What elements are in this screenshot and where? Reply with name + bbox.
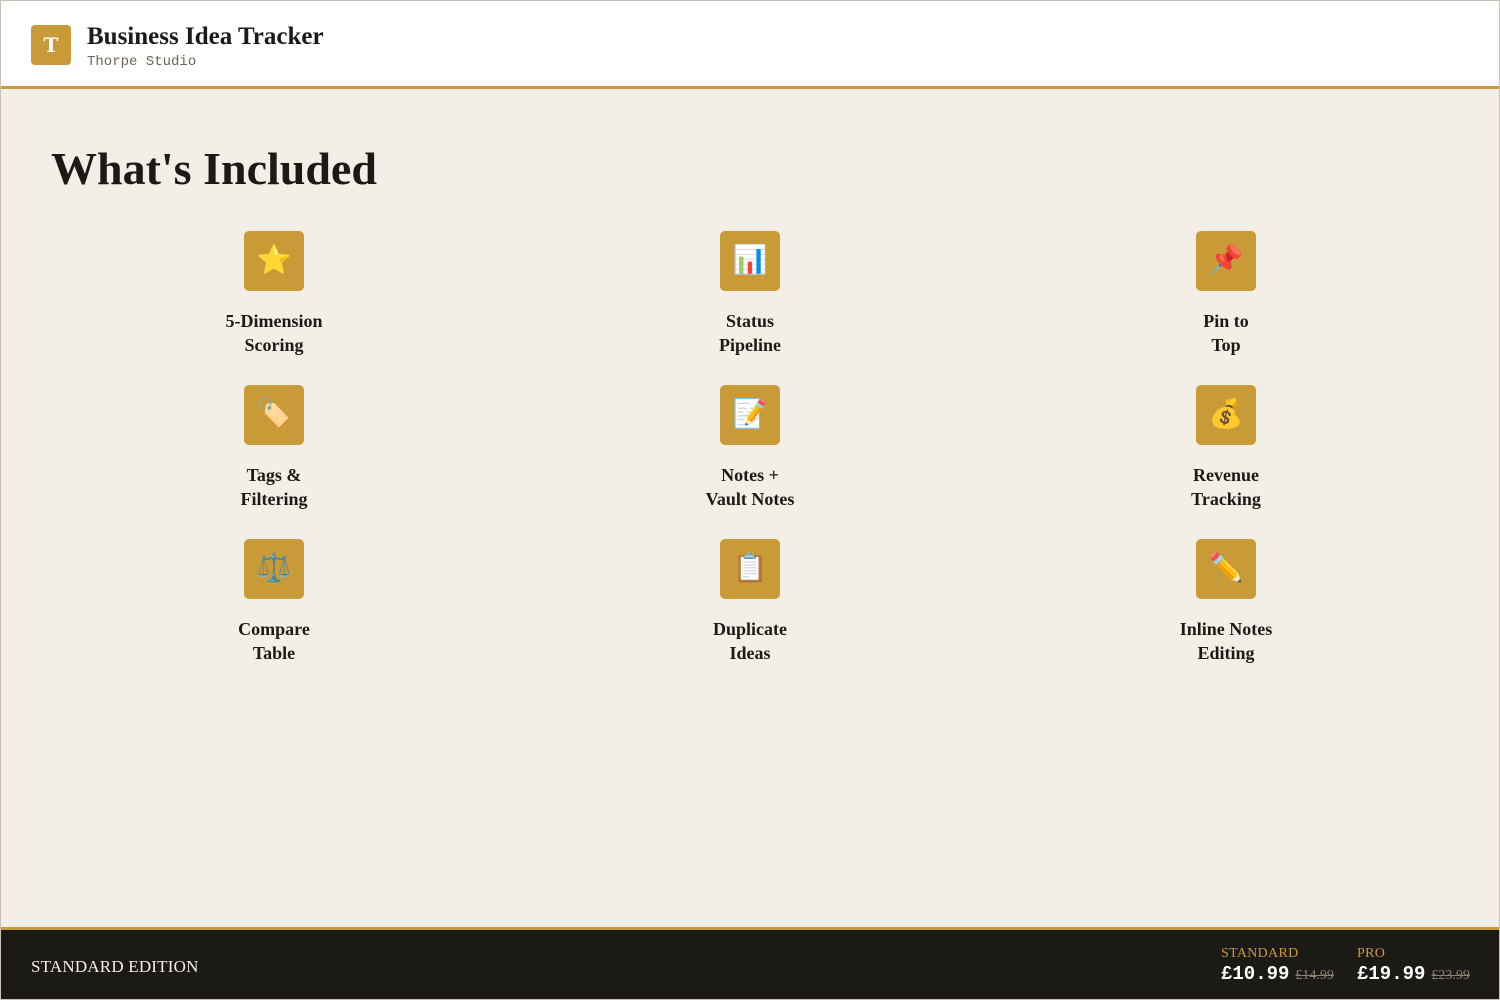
feature-card-pin: 📌 Pin to Top: [988, 231, 1464, 385]
tier-name: PRO: [1357, 946, 1386, 961]
feature-card-duplicate: 📋 Duplicate Ideas: [512, 539, 988, 693]
feature-label: 5-Dimension Scoring: [225, 311, 323, 355]
app-title: Business Idea Tracker: [87, 23, 324, 50]
feature-card-compare: ⚖️ Compare Table: [36, 539, 512, 693]
app-logo: T: [31, 25, 71, 65]
bar-chart-icon: 📊: [720, 231, 780, 291]
pushpin-icon: 📌: [1196, 231, 1256, 291]
feature-grid: ⭐ 5-Dimension Scoring 📊 Status Pipeline 📌 …: [36, 231, 1464, 693]
feature-label: Tags & Filtering: [240, 465, 308, 509]
app-header: T Business Idea Tracker Thorpe Studio: [1, 1, 1499, 89]
feature-label: Inline Notes Editing: [1179, 619, 1273, 663]
tier-old-price: £23.99: [1431, 968, 1470, 983]
memo-icon: 📝: [720, 385, 780, 445]
app-subtitle: Thorpe Studio: [87, 54, 197, 70]
tag-icon: 🏷️: [244, 385, 304, 445]
feature-card-revenue: 💰 Revenue Tracking: [988, 385, 1464, 539]
feature-label: Revenue Tracking: [1191, 465, 1261, 509]
tier-standard: STANDARD £10.99 £14.99: [1221, 946, 1334, 985]
pricing-footer: STANDARD EDITION STANDARD £10.99 £14.99 …: [1, 927, 1499, 999]
tier-old-price: £14.99: [1295, 968, 1334, 983]
feature-card-tags: 🏷️ Tags & Filtering: [36, 385, 512, 539]
money-bag-icon: 💰: [1196, 385, 1256, 445]
feature-card-scoring: ⭐ 5-Dimension Scoring: [36, 231, 512, 385]
feature-card-inline-notes: ✏️ Inline Notes Editing: [988, 539, 1464, 693]
feature-label: Pin to Top: [1203, 311, 1249, 355]
star-icon: ⭐: [244, 231, 304, 291]
feature-label: Status Pipeline: [719, 311, 781, 355]
feature-card-pipeline: 📊 Status Pipeline: [512, 231, 988, 385]
tier-pro: PRO £19.99 £23.99: [1357, 946, 1470, 985]
pencil-icon: ✏️: [1196, 539, 1256, 599]
balance-scale-icon: ⚖️: [244, 539, 304, 599]
tier-price: £19.99: [1357, 963, 1426, 985]
feature-label: Notes + Vault Notes: [705, 465, 795, 509]
feature-label: Compare Table: [238, 619, 310, 663]
page-title: What's Included: [51, 143, 377, 194]
tier-price: £10.99: [1221, 963, 1290, 985]
edition-label: STANDARD EDITION: [31, 957, 199, 976]
tier-name: STANDARD: [1221, 946, 1299, 961]
clipboard-icon: 📋: [720, 539, 780, 599]
feature-card-notes: 📝 Notes + Vault Notes: [512, 385, 988, 539]
feature-label: Duplicate Ideas: [713, 619, 787, 663]
